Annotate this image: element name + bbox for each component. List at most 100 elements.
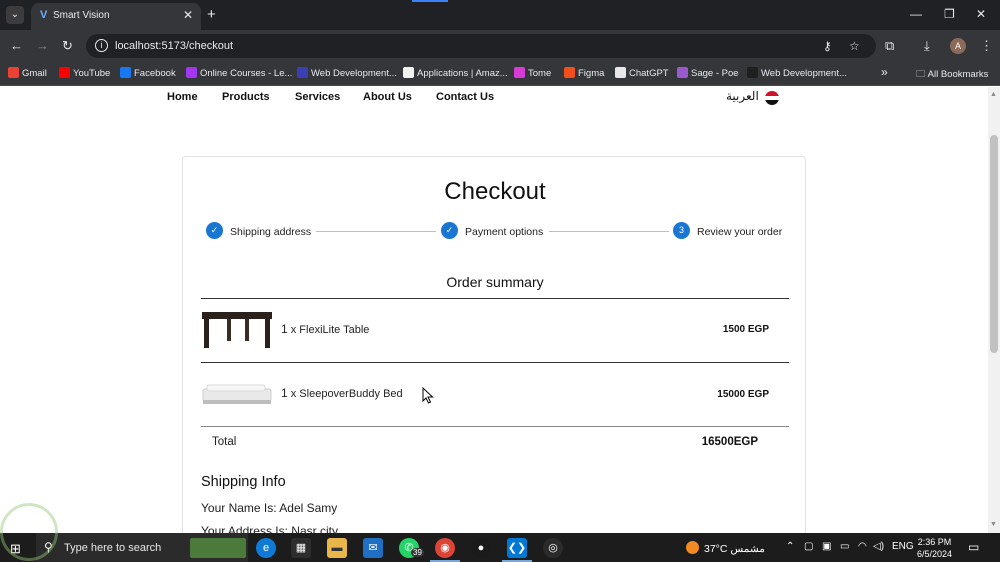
table-product-image bbox=[201, 310, 273, 355]
volume-icon[interactable]: ◁) bbox=[873, 541, 884, 552]
tab-close-icon[interactable]: ✕ bbox=[183, 8, 193, 22]
scroll-down-arrow-icon[interactable]: ▼ bbox=[990, 521, 997, 528]
nav-contact-us[interactable]: Contact Us bbox=[436, 91, 494, 103]
system-clock[interactable]: 2:36 PM 6/5/2024 bbox=[917, 536, 952, 560]
bookmark-web-development-2[interactable]: Web Development... bbox=[747, 67, 847, 79]
step-2-check-icon: ✓ bbox=[441, 222, 458, 239]
restore-button[interactable]: ❐ bbox=[944, 7, 955, 21]
nav-products[interactable]: Products bbox=[222, 91, 270, 103]
bookmark-facebook[interactable]: Facebook bbox=[120, 67, 176, 79]
nav-about-us[interactable]: About Us bbox=[363, 91, 412, 103]
tab-search-button[interactable]: ⌄ bbox=[6, 6, 24, 24]
shipping-name: Your Name Is: Adel Samy bbox=[201, 501, 338, 515]
app-pin-icon[interactable]: ● bbox=[471, 538, 491, 558]
store-icon[interactable]: ▦ bbox=[291, 538, 311, 558]
battery-icon[interactable]: ▭ bbox=[840, 541, 849, 552]
vue-favicon-icon: V bbox=[40, 9, 48, 21]
more-bookmarks-chevron-icon[interactable]: » bbox=[881, 65, 888, 79]
bookmark-sage-poe[interactable]: Sage - Poe bbox=[677, 67, 739, 79]
shipping-address: Your Address Is: Nasr city bbox=[201, 524, 338, 533]
bookmark-applications-amazon[interactable]: Applications | Amaz... bbox=[403, 67, 508, 79]
step-1-check-icon: ✓ bbox=[206, 222, 223, 239]
bookmark-web-development-1[interactable]: Web Development... bbox=[297, 67, 397, 79]
screen-recorder-icon[interactable]: ◎ bbox=[543, 538, 563, 558]
step-1-label: Shipping address bbox=[230, 226, 312, 238]
step-connector-1 bbox=[316, 231, 436, 232]
tome-icon bbox=[514, 67, 525, 78]
vscode-icon[interactable]: ❮❯ bbox=[507, 538, 527, 558]
item-divider bbox=[201, 362, 789, 363]
url-text[interactable]: localhost:5173/checkout bbox=[115, 40, 233, 52]
profile-avatar[interactable]: A bbox=[950, 38, 966, 54]
gmail-icon bbox=[8, 67, 19, 78]
bookmark-youtube[interactable]: YouTube bbox=[59, 67, 110, 79]
site-info-icon[interactable]: i bbox=[95, 39, 108, 52]
scrollbar-thumb[interactable] bbox=[990, 135, 998, 353]
new-tab-button[interactable]: + bbox=[207, 6, 216, 23]
tray-app-icon[interactable]: ▣ bbox=[822, 541, 831, 552]
step-3-number: 3 bbox=[673, 222, 690, 239]
sun-icon bbox=[686, 541, 699, 554]
step-connector-2 bbox=[549, 231, 669, 232]
mouse-cursor-icon bbox=[422, 387, 434, 404]
amazon-icon bbox=[403, 67, 414, 78]
search-highlight-image bbox=[190, 538, 246, 558]
tray-device-icon[interactable]: ▢ bbox=[804, 541, 813, 552]
tray-chevron-icon[interactable]: ⌃ bbox=[786, 541, 794, 552]
egypt-flag-icon[interactable] bbox=[765, 91, 779, 105]
language-switch[interactable]: العربية bbox=[726, 89, 759, 103]
bookmark-online-courses[interactable]: Online Courses - Le... bbox=[186, 67, 292, 79]
address-bar[interactable]: i localhost:5173/checkout ⚷ ☆ bbox=[86, 34, 876, 58]
watermark-logo bbox=[0, 503, 58, 561]
chrome-icon[interactable]: ◉ bbox=[435, 538, 455, 558]
shipping-info-title: Shipping Info bbox=[201, 474, 286, 490]
page-viewport: Home Products Services About Us Contact … bbox=[0, 87, 988, 533]
taskbar-search[interactable]: ⚲ Type here to search bbox=[36, 533, 248, 562]
downloads-icon[interactable]: ⤓ bbox=[924, 38, 930, 54]
bookmarks-bar: Gmail YouTube Facebook Online Courses - … bbox=[0, 62, 1000, 86]
taskbar-search-placeholder: Type here to search bbox=[64, 542, 162, 554]
step-3-label: Review your order bbox=[697, 226, 783, 238]
edge-icon[interactable]: e bbox=[256, 538, 276, 558]
total-value: 16500EGP bbox=[701, 436, 758, 448]
nav-home[interactable]: Home bbox=[167, 91, 198, 103]
clock-time: 2:36 PM bbox=[917, 537, 952, 547]
minimize-button[interactable]: — bbox=[910, 7, 922, 21]
poe-icon bbox=[677, 67, 688, 78]
mail-icon[interactable]: ✉ bbox=[363, 538, 383, 558]
webdev-icon bbox=[297, 67, 308, 78]
summary-divider-top bbox=[201, 298, 789, 299]
page-scrollbar[interactable]: ▲ ▼ bbox=[988, 87, 1000, 533]
bookmark-gmail[interactable]: Gmail bbox=[8, 67, 47, 79]
browser-tab[interactable]: V Smart Vision ✕ bbox=[31, 3, 201, 30]
order-summary-title: Order summary bbox=[446, 274, 544, 290]
item-price: 1500 EGP bbox=[722, 324, 769, 335]
file-explorer-icon[interactable]: ▬ bbox=[327, 538, 347, 558]
bookmark-chatgpt[interactable]: ChatGPT bbox=[615, 67, 669, 79]
bookmark-figma[interactable]: Figma bbox=[564, 67, 604, 79]
weather-widget[interactable]: 37°C مشمس bbox=[686, 541, 765, 555]
back-arrow-icon[interactable]: ← bbox=[10, 38, 23, 53]
password-key-icon[interactable]: ⚷ bbox=[823, 39, 832, 53]
notifications-icon[interactable]: ▭ bbox=[968, 540, 979, 554]
all-bookmarks-button[interactable]: 🗀 All Bookmarks bbox=[916, 67, 988, 83]
browser-tab-strip: ⌄ V Smart Vision ✕ + — ❐ ✕ bbox=[0, 0, 1000, 30]
clock-date: 6/5/2024 bbox=[917, 549, 953, 559]
forward-arrow-icon[interactable]: → bbox=[36, 38, 49, 53]
input-language[interactable]: ENG bbox=[892, 541, 914, 552]
item-price: 15000 EGP bbox=[717, 389, 769, 400]
nav-services[interactable]: Services bbox=[295, 91, 340, 103]
close-window-button[interactable]: ✕ bbox=[976, 7, 986, 21]
reload-icon[interactable]: ↻ bbox=[62, 38, 73, 54]
browser-toolbar: ← → ↻ i localhost:5173/checkout ⚷ ☆ ⧉ ⤓ … bbox=[0, 30, 1000, 62]
bookmark-star-icon[interactable]: ☆ bbox=[849, 39, 860, 53]
total-label: Total bbox=[212, 436, 237, 448]
extensions-icon[interactable]: ⧉ bbox=[885, 38, 894, 54]
scroll-up-arrow-icon[interactable]: ▲ bbox=[990, 91, 997, 98]
item-name: 1 x FlexiLite Table bbox=[281, 322, 370, 336]
wifi-icon[interactable]: ◠ bbox=[858, 541, 867, 552]
bookmark-tome[interactable]: Tome bbox=[514, 67, 551, 79]
youtube-icon bbox=[59, 67, 70, 78]
item-name: 1 x SleepoverBuddy Bed bbox=[281, 386, 403, 400]
menu-kebab-icon[interactable]: ⋮ bbox=[980, 38, 993, 54]
